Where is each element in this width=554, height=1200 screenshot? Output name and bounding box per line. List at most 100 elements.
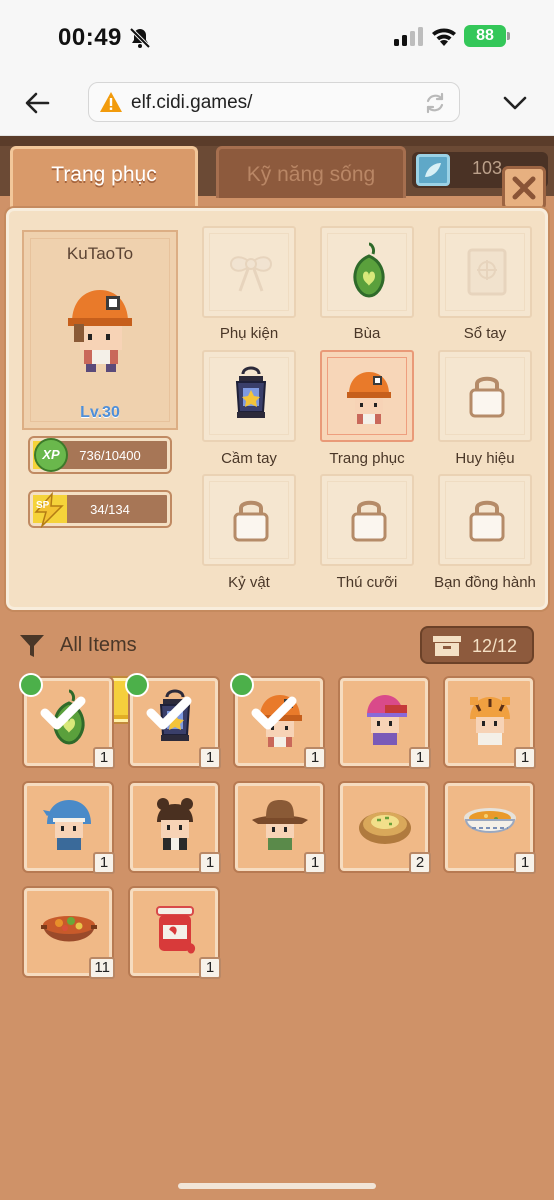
item-quantity: 11 xyxy=(89,957,115,979)
game-canvas: Trang phục Kỹ năng sống 103 KuTaoTo Lv.3… xyxy=(0,136,554,1200)
currency-value: 103 xyxy=(472,158,503,178)
lock-icon xyxy=(233,500,269,542)
character-name: KuTaoTo xyxy=(66,244,134,263)
item-quantity: 1 xyxy=(304,852,326,874)
battery-tip xyxy=(507,32,510,40)
bell-muted-icon xyxy=(129,27,151,49)
equip-slot[interactable] xyxy=(438,226,532,318)
tiger-costume-icon xyxy=(470,697,510,745)
equip-slot-label: Trang phục xyxy=(329,450,405,467)
cowboy-hat-costume-icon xyxy=(252,800,308,850)
url-text: elf.cidi.games/ xyxy=(131,92,253,113)
leaf-gem-icon xyxy=(416,154,450,186)
equip-slot[interactable] xyxy=(202,350,296,442)
item-quantity: 1 xyxy=(93,747,115,769)
cellular-signal-icon xyxy=(394,27,423,46)
equip-slot-label: Phụ kiện xyxy=(219,325,279,342)
inventory-item[interactable]: 1 xyxy=(24,783,115,874)
sp-badge-label: SP xyxy=(36,500,50,511)
reload-icon[interactable] xyxy=(423,91,447,115)
inventory-item[interactable]: 1 xyxy=(230,673,326,769)
pumpkin-soup-icon xyxy=(464,808,516,833)
inventory-item[interactable]: 1 xyxy=(340,678,431,769)
equip-slot-label: Kỷ vật xyxy=(228,574,270,591)
home-indicator xyxy=(178,1183,376,1189)
status-time: 00:49 xyxy=(58,24,122,51)
equip-slot-label: Huy hiệu xyxy=(455,450,515,467)
xp-badge: XP xyxy=(34,438,68,472)
book-icon xyxy=(467,248,507,296)
address-bar[interactable]: elf.cidi.games/ xyxy=(88,82,460,122)
warning-icon xyxy=(100,92,122,112)
equip-slot[interactable] xyxy=(320,350,414,442)
tab-life-skills[interactable]: Kỹ năng sống xyxy=(216,146,406,198)
bow-icon xyxy=(229,256,273,292)
leaf-amulet-icon xyxy=(353,242,385,298)
sp-value: 34/134 xyxy=(90,502,130,517)
status-bar: 00:49 88 xyxy=(0,0,554,70)
shark-hood-costume-icon xyxy=(43,800,91,850)
equip-slot[interactable] xyxy=(320,226,414,318)
xp-value: 736/10400 xyxy=(79,448,141,463)
equipped-check-icon xyxy=(125,673,192,730)
item-quantity: 2 xyxy=(409,852,431,874)
inventory-item[interactable]: 1 xyxy=(130,888,221,979)
inventory-count[interactable]: 12/12 xyxy=(420,626,534,664)
battery-indicator: 88 xyxy=(464,25,506,47)
top-strip-shade xyxy=(0,136,554,146)
filter-funnel-icon[interactable] xyxy=(18,632,46,660)
equip-slot[interactable] xyxy=(202,474,296,566)
close-button[interactable] xyxy=(502,166,546,210)
item-quantity: 1 xyxy=(304,747,326,769)
lantern-icon xyxy=(235,366,267,418)
item-quantity: 1 xyxy=(199,957,221,979)
inventory-item[interactable]: 1 xyxy=(445,783,536,874)
close-icon xyxy=(512,176,536,200)
equipped-check-icon xyxy=(230,673,297,730)
miner-costume-icon xyxy=(347,372,391,424)
inventory-item[interactable]: 1 xyxy=(125,673,221,769)
baked-potato-icon xyxy=(359,812,411,844)
equip-slot-label: Sổ tay xyxy=(463,325,507,342)
item-quantity: 1 xyxy=(93,852,115,874)
back-arrow-icon[interactable] xyxy=(22,88,52,118)
equip-slot-label: Bùa xyxy=(353,325,381,342)
inventory-item[interactable]: 1 xyxy=(19,673,115,769)
inventory-count-text: 12/12 xyxy=(472,636,518,656)
character-level: Lv.30 xyxy=(80,404,120,421)
chevron-down-icon[interactable] xyxy=(500,90,530,116)
inventory-item[interactable]: 1 xyxy=(235,783,326,874)
lock-icon xyxy=(469,500,505,542)
lock-icon xyxy=(351,500,387,542)
miner-character-sprite xyxy=(68,290,132,372)
item-quantity: 1 xyxy=(514,747,536,769)
inventory-item[interactable]: 1 xyxy=(445,678,536,769)
equipped-check-icon xyxy=(19,673,86,730)
equip-slot-label: Thú cưỡi xyxy=(336,574,398,591)
character-card: KuTaoTo Lv.30 xyxy=(22,230,178,430)
lock-icon xyxy=(469,376,505,418)
equip-slot[interactable] xyxy=(438,350,532,442)
equip-slot[interactable] xyxy=(202,226,296,318)
bun-hair-costume-icon xyxy=(157,798,193,850)
inventory-title: All Items xyxy=(60,634,137,656)
pink-helmet-costume-icon xyxy=(367,695,407,745)
equip-slot[interactable] xyxy=(438,474,532,566)
item-quantity: 1 xyxy=(199,747,221,769)
storage-box-icon xyxy=(433,636,461,656)
equip-slot[interactable] xyxy=(320,474,414,566)
vegetable-stew-icon xyxy=(41,916,97,942)
strawberry-jam-icon xyxy=(156,906,196,954)
inventory-item[interactable]: 11 xyxy=(24,888,115,979)
item-quantity: 1 xyxy=(199,852,221,874)
tab-costume[interactable]: Trang phục xyxy=(10,146,198,208)
browser-toolbar: elf.cidi.games/ xyxy=(0,70,554,136)
sp-lightning-icon: SP xyxy=(34,492,64,528)
item-quantity: 1 xyxy=(409,747,431,769)
item-quantity: 1 xyxy=(514,852,536,874)
inventory-item[interactable]: 1 xyxy=(130,783,221,874)
equip-slot-label: Cầm tay xyxy=(221,450,277,467)
wifi-icon xyxy=(432,28,456,46)
equip-slot-label: Bạn đồng hành xyxy=(434,574,536,591)
inventory-item[interactable]: 2 xyxy=(340,783,431,874)
